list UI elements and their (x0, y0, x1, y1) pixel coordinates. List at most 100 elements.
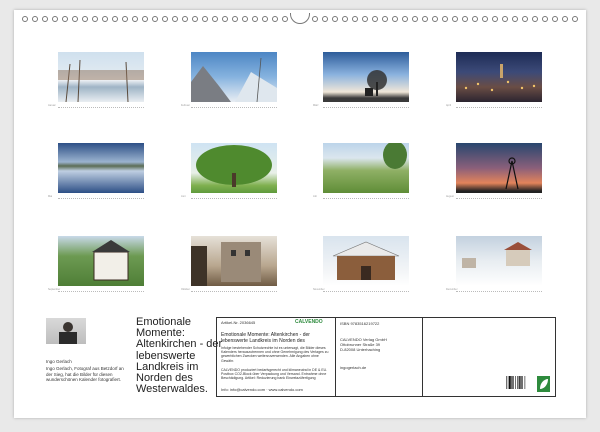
spiral-hole (372, 16, 378, 22)
thumb-may: Mai (48, 143, 144, 199)
town-night-photo (456, 52, 542, 102)
barcode-bar (524, 376, 526, 389)
thumb-caption: Januar (48, 104, 56, 107)
spiral-hole (242, 16, 248, 22)
spiral-hole (112, 16, 118, 22)
spiral-hole (522, 16, 528, 22)
spiral-hole (202, 16, 208, 22)
spiral-hole (332, 16, 338, 22)
info-column-publisher: ISBN 9783516219722 CALVENDO Verlag GmbH … (336, 318, 423, 396)
contact-line: Info: info@calvendo.com · www.calvendo.c… (221, 387, 303, 392)
spiral-hole (562, 16, 568, 22)
barcode-bar (515, 376, 516, 389)
barcode-bar (520, 376, 522, 389)
spiral-hole (192, 16, 198, 22)
spiral-hole (422, 16, 428, 22)
spiral-hole (92, 16, 98, 22)
spiral-hole (102, 16, 108, 22)
spiral-hole (492, 16, 498, 22)
spiral-hole (482, 16, 488, 22)
spiral-hole (72, 16, 78, 22)
spiral-hole (322, 16, 328, 22)
spiral-hole (312, 16, 318, 22)
spiral-hole (542, 16, 548, 22)
info-box: Artikel-Nr. 2036645 CALVENDO Emotionale … (216, 317, 556, 397)
spiral-hole (82, 16, 88, 22)
info-title: Emotionale Momente: Altenkirchen - der l… (221, 332, 310, 344)
thumb-september: September (48, 236, 144, 292)
spiral-hole (392, 16, 398, 22)
author-website: ingogerlach.de (340, 365, 367, 370)
spiral-hole (52, 16, 58, 22)
barcode (505, 376, 535, 392)
calendar-back-page: Januar Februar März April Mai Juni Juli … (14, 10, 586, 418)
thumb-october: Oktober (181, 236, 277, 292)
thumb-march: März (313, 52, 409, 108)
spiral-hole (572, 16, 578, 22)
spiral-hole (362, 16, 368, 22)
legal-notice: Infolge bestehender Schutzrechte ist es … (221, 346, 329, 363)
castle-photo (191, 236, 277, 286)
snowy-farmhouse-photo (323, 236, 409, 286)
spiral-hole (552, 16, 558, 22)
isbn: ISBN 9783516219722 (340, 321, 380, 326)
spiral-hole (502, 16, 508, 22)
barcode-bar (509, 376, 511, 389)
spiral-hole (142, 16, 148, 22)
tree-silhouette-photo (323, 52, 409, 102)
thumb-caption: März (313, 104, 319, 107)
spiral-hole (122, 16, 128, 22)
spiral-hole (22, 16, 28, 22)
thumb-caption: August (446, 195, 454, 198)
thumb-caption: Juli (313, 195, 317, 198)
spiral-hole (432, 16, 438, 22)
spiral-hole (232, 16, 238, 22)
barcode-bar (522, 376, 523, 389)
spiral-hole (152, 16, 158, 22)
spiral-hole (62, 16, 68, 22)
spiral-hole (222, 16, 228, 22)
article-number: Artikel-Nr. 2036645 (221, 320, 256, 325)
barcode-bar (511, 376, 513, 389)
spiral-hole (182, 16, 188, 22)
thumb-april: April (446, 52, 542, 108)
spiral-hole (272, 16, 278, 22)
mine-tower-sunset-photo (456, 143, 542, 193)
thumb-caption: Februar (181, 104, 190, 107)
eco-label-icon (537, 376, 550, 392)
thumb-caption: Juni (181, 195, 186, 198)
spiral-hole (382, 16, 388, 22)
spiral-hole (342, 16, 348, 22)
winter-river-photo (58, 52, 144, 102)
half-timbered-house-photo (58, 236, 144, 286)
spiral-hole (402, 16, 408, 22)
thumb-january: Januar (48, 52, 144, 108)
barcode-bar (507, 376, 509, 389)
publisher-line-3: D-82008 Unterhaching (340, 347, 381, 352)
thumb-june: Juni (181, 143, 277, 199)
spiral-hole (252, 16, 258, 22)
spiral-hole (262, 16, 268, 22)
snowy-village-photo (456, 236, 542, 286)
author-bio: Ingo Gerlach, Fotograf aus Betzdorf an d… (46, 366, 124, 382)
lake-reflection-photo (58, 143, 144, 193)
spiral-hole (462, 16, 468, 22)
author-name: Ingo Gerlach (46, 359, 72, 364)
barcode-bar (518, 376, 520, 389)
thumb-july: Juli (313, 143, 409, 199)
info-column-main: Artikel-Nr. 2036645 CALVENDO Emotionale … (217, 318, 336, 396)
thumb-caption: Oktober (181, 288, 190, 291)
spiral-hole (472, 16, 478, 22)
thumb-caption: Mai (48, 195, 53, 198)
spiral-hole (212, 16, 218, 22)
thumb-august: August (446, 143, 542, 199)
thumb-november: November (313, 236, 409, 292)
rocky-winter-photo (191, 52, 277, 102)
spiral-hole (282, 16, 288, 22)
spiral-hole (132, 16, 138, 22)
barcode-bar (506, 376, 507, 389)
spiral-hole (42, 16, 48, 22)
spiral-hole (452, 16, 458, 22)
thumb-february: Februar (181, 52, 277, 108)
author-photo (46, 318, 86, 344)
